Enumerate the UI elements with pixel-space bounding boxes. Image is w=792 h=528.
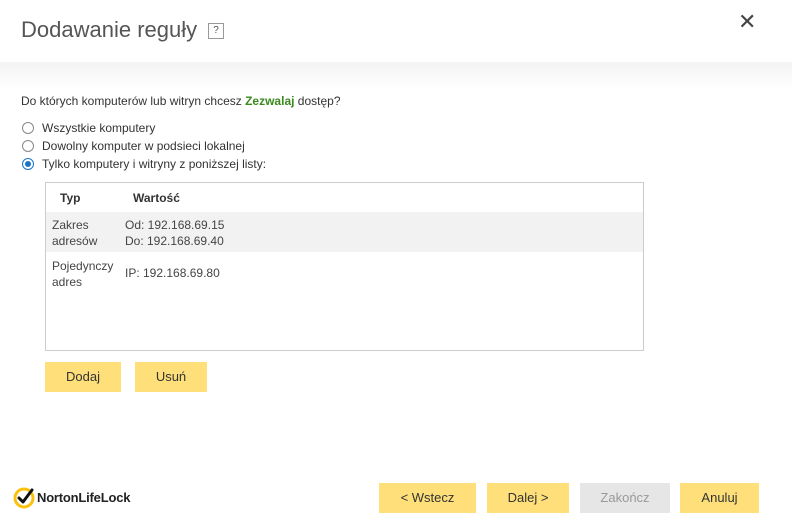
cell-type: Pojedynczy adres — [52, 258, 122, 290]
cell-value: IP: 192.168.69.80 — [125, 265, 220, 281]
table-row[interactable]: Zakres adresów Od: 192.168.69.15 Do: 192… — [46, 212, 643, 252]
radio-button-selected[interactable] — [22, 158, 34, 170]
cell-type-line: adresów — [52, 234, 98, 248]
radio-button[interactable] — [22, 140, 34, 152]
dialog-header: Dodawanie reguły ? ✕ — [0, 0, 792, 62]
question-suffix: dostęp? — [294, 94, 341, 108]
cell-value-line: Do: 192.168.69.40 — [125, 234, 224, 248]
option-label: Tylko komputery i witryny z poniższej li… — [42, 157, 267, 171]
option-label: Dowolny komputer w podsieci lokalnej — [42, 139, 245, 153]
column-header-value: Wartość — [133, 191, 180, 205]
remove-button[interactable]: Usuń — [135, 362, 207, 392]
cell-type: Zakres adresów — [52, 217, 122, 249]
table-row[interactable]: Pojedynczy adres IP: 192.168.69.80 — [46, 253, 643, 293]
next-button[interactable]: Dalej > — [487, 483, 569, 513]
cell-type-line: Pojedynczy — [52, 259, 114, 273]
dialog-title: Dodawanie reguły — [21, 17, 198, 42]
header-divider — [0, 62, 792, 90]
cell-type-line: adres — [52, 275, 83, 289]
norton-checkmark-icon — [13, 487, 35, 509]
option-label: Wszystkie komputery — [42, 121, 156, 135]
cancel-button[interactable]: Anuluj — [680, 483, 759, 513]
question-accent: Zezwalaj — [245, 94, 295, 108]
back-button[interactable]: < Wstecz — [379, 483, 476, 513]
cell-type-line: Zakres — [52, 218, 89, 232]
logo-text: NortonLifeLock — [37, 490, 131, 505]
column-header-type: Typ — [60, 191, 81, 205]
radio-button[interactable] — [22, 122, 34, 134]
question-prefix: Do których komputerów lub witryn chcesz — [21, 94, 246, 108]
close-icon[interactable]: ✕ — [738, 9, 756, 35]
help-icon[interactable]: ? — [208, 23, 224, 39]
finish-button: Zakończ — [580, 483, 670, 513]
add-button[interactable]: Dodaj — [45, 362, 121, 392]
cell-value-line: IP: 192.168.69.80 — [125, 266, 220, 280]
cell-value: Od: 192.168.69.15 Do: 192.168.69.40 — [125, 217, 224, 249]
question-text: Do których komputerów lub witryn chcesz … — [21, 94, 341, 108]
address-list[interactable]: Typ Wartość Zakres adresów Od: 192.168.6… — [45, 182, 644, 351]
list-header: Typ Wartość — [46, 183, 643, 211]
cell-value-line: Od: 192.168.69.15 — [125, 218, 225, 232]
